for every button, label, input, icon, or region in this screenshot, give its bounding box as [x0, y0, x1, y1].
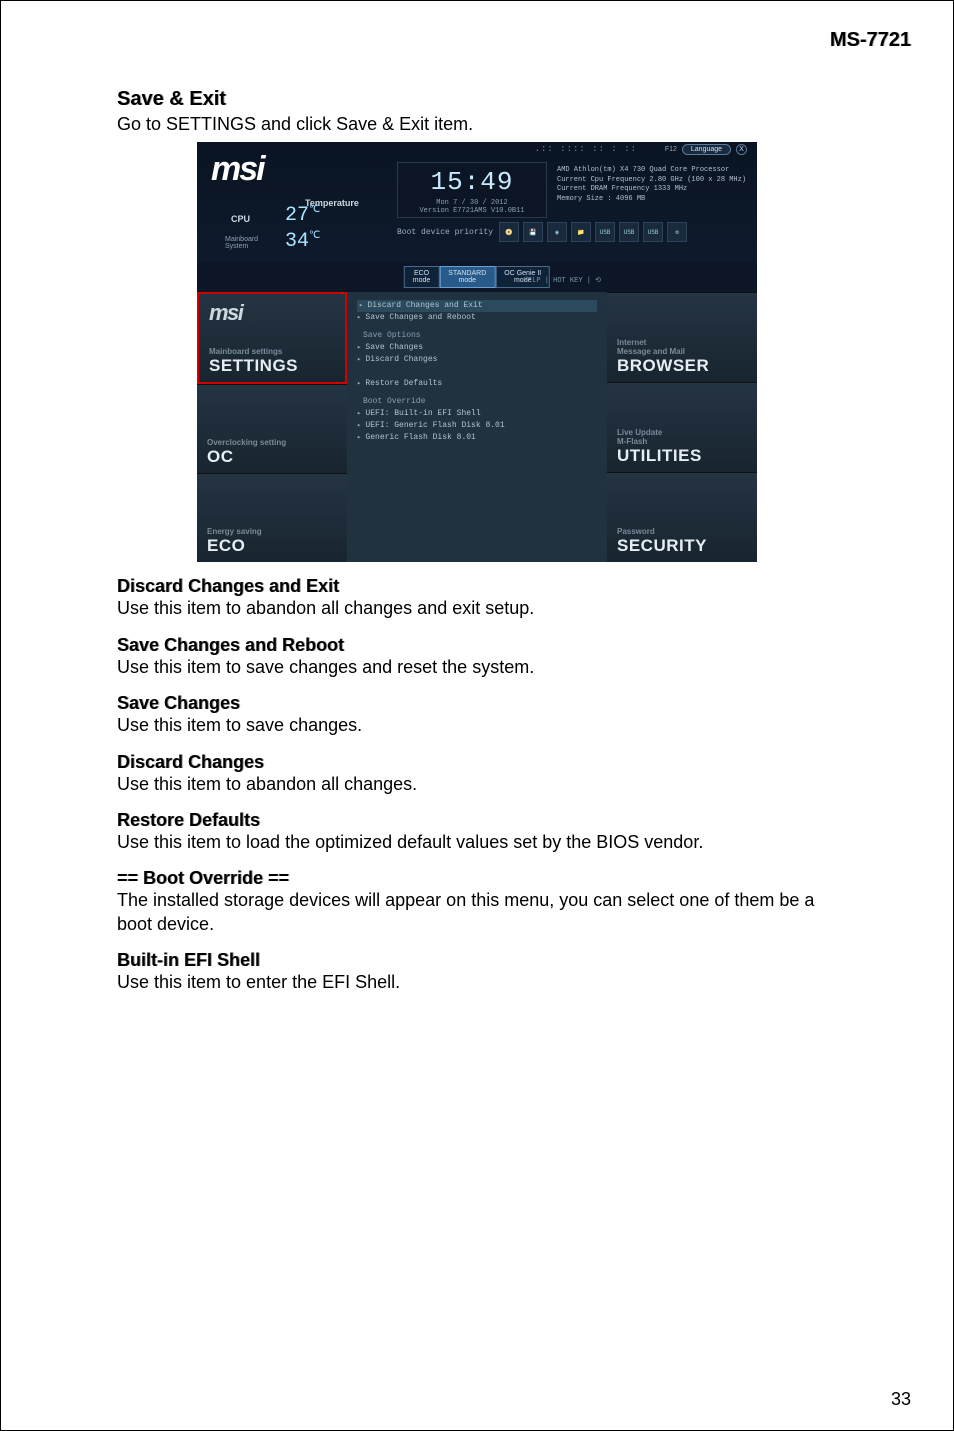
- menu-list: Discard Changes and Exit Save Changes an…: [347, 292, 607, 452]
- system-info: AMD Athlon(tm) X4 730 Quad Core Processo…: [557, 166, 746, 204]
- boot-icon[interactable]: ◉: [547, 222, 567, 242]
- menu-generic-flash[interactable]: Generic Flash Disk 8.01: [357, 433, 476, 442]
- tile-utilities-name: UTILITIES: [617, 446, 747, 466]
- menu-save-changes[interactable]: Save Changes: [357, 343, 423, 352]
- cpu-label: CPU: [231, 214, 250, 224]
- bios-version: Version E7721AMS V10.0B11: [402, 207, 542, 215]
- boot-icon[interactable]: USB: [595, 222, 615, 242]
- item-heading: Save Changes: [117, 693, 837, 714]
- cpu-temp-value: 27: [285, 204, 320, 227]
- bios-header: .:: :::: :: : :: F12 Language X msi Temp…: [197, 142, 757, 262]
- item-heading: Save Changes and Reboot: [117, 635, 837, 656]
- boot-icon[interactable]: 💾: [523, 222, 543, 242]
- left-sidebar: msi Mainboard settings SETTINGS Overcloc…: [197, 292, 347, 562]
- boot-priority-row: Boot device priority 📀 💾 ◉ 📁 USB USB USB…: [397, 222, 687, 242]
- tile-eco-name: ECO: [207, 536, 337, 556]
- menu-discard-and-exit[interactable]: Discard Changes and Exit: [357, 300, 597, 312]
- right-sidebar: Internet Message and Mail BROWSER Live U…: [607, 292, 757, 562]
- tile-browser[interactable]: Internet Message and Mail BROWSER: [607, 292, 757, 382]
- clock-time: 15:49: [402, 167, 542, 197]
- tile-browser-sub1: Internet: [617, 338, 747, 347]
- tile-eco[interactable]: Energy saving ECO: [197, 473, 347, 562]
- bios-screenshot: .:: :::: :: : :: F12 Language X msi Temp…: [197, 142, 757, 562]
- menu-discard-changes[interactable]: Discard Changes: [357, 355, 437, 364]
- help-hotkey-bar[interactable]: HELP | HOT KEY | ⟲: [524, 276, 601, 285]
- tile-browser-sub2: Message and Mail: [617, 347, 747, 356]
- tile-browser-name: BROWSER: [617, 356, 747, 376]
- item-desc: Use this item to abandon all changes.: [117, 773, 837, 796]
- item-heading: Built-in EFI Shell: [117, 950, 837, 971]
- tile-eco-sub: Energy saving: [207, 527, 337, 536]
- tile-msi-logo-icon: msi: [209, 300, 242, 326]
- tile-oc-name: OC: [207, 447, 337, 467]
- page-number: 33: [891, 1389, 911, 1410]
- item-heading: Discard Changes and Exit: [117, 576, 837, 597]
- item-heading: Discard Changes: [117, 752, 837, 773]
- mainboard-temp-value: 34: [285, 230, 320, 253]
- info-cpu-freq: Current Cpu Frequency 2.80 GHz (100 x 28…: [557, 176, 746, 185]
- boot-icon[interactable]: USB: [619, 222, 639, 242]
- mode-tab-standard[interactable]: STANDARD mode: [439, 266, 495, 288]
- mainboard-label: Mainboard System: [225, 236, 258, 250]
- language-controls: F12 Language X: [665, 144, 747, 155]
- info-memory: Memory Size : 4096 MB: [557, 195, 746, 204]
- mb-label-2: System: [225, 243, 248, 250]
- boot-priority-label: Boot device priority: [397, 228, 493, 237]
- content-body: Save & Exit Go to SETTINGS and click Sav…: [37, 88, 917, 995]
- boot-icon[interactable]: 📀: [499, 222, 519, 242]
- section-title-save-exit: Save & Exit: [117, 88, 837, 111]
- tile-utilities[interactable]: Live Update M-Flash UTILITIES: [607, 382, 757, 472]
- bios-body: msi Mainboard settings SETTINGS Overcloc…: [197, 292, 757, 562]
- tile-oc-sub: Overclocking setting: [207, 438, 337, 447]
- info-dram-freq: Current DRAM Frequency 1333 MHz: [557, 185, 746, 194]
- mode-tab-eco[interactable]: ECO mode: [404, 266, 440, 288]
- tile-security-name: SECURITY: [617, 536, 747, 556]
- boot-icon[interactable]: 📁: [571, 222, 591, 242]
- boot-device-icons: 📀 💾 ◉ 📁 USB USB USB ⚙: [499, 222, 687, 242]
- tile-settings-name: SETTINGS: [209, 356, 335, 376]
- clock-box: 15:49 Mon 7 / 30 / 2012 Version E7721AMS…: [397, 162, 547, 218]
- language-button[interactable]: Language: [682, 144, 731, 155]
- menu-uefi-efi-shell[interactable]: UEFI: Built-in EFI Shell: [357, 409, 481, 418]
- item-desc: Use this item to enter the EFI Shell.: [117, 971, 837, 994]
- f12-hint: F12: [665, 146, 677, 153]
- page-frame: MS-7721 Save & Exit Go to SETTINGS and c…: [0, 0, 954, 1431]
- boot-icon[interactable]: USB: [643, 222, 663, 242]
- boot-icon[interactable]: ⚙: [667, 222, 687, 242]
- item-desc: Use this item to save changes and reset …: [117, 656, 837, 679]
- menu-uefi-generic-flash[interactable]: UEFI: Generic Flash Disk 8.01: [357, 421, 505, 430]
- close-button[interactable]: X: [736, 144, 747, 155]
- item-heading: Restore Defaults: [117, 810, 837, 831]
- tile-utilities-sub1: Live Update: [617, 428, 747, 437]
- msi-logo: msi: [211, 150, 264, 189]
- tile-security[interactable]: Password SECURITY: [607, 472, 757, 562]
- tile-utilities-sub2: M-Flash: [617, 437, 747, 446]
- menu-group-boot-override: Boot Override: [357, 396, 597, 408]
- tile-settings[interactable]: msi Mainboard settings SETTINGS: [197, 292, 347, 384]
- item-desc: The installed storage devices will appea…: [117, 889, 837, 936]
- header-dots: .:: :::: :: : ::: [535, 144, 637, 154]
- mb-label-1: Mainboard: [225, 236, 258, 243]
- clock-date: Mon 7 / 30 / 2012: [402, 199, 542, 207]
- model-number: MS-7721: [37, 29, 917, 52]
- item-heading: == Boot Override ==: [117, 868, 837, 889]
- item-desc: Use this item to abandon all changes and…: [117, 597, 837, 620]
- menu-restore-defaults[interactable]: Restore Defaults: [357, 379, 442, 388]
- section-desc-save-exit: Go to SETTINGS and click Save & Exit ite…: [117, 113, 837, 136]
- tile-settings-sub: Mainboard settings: [209, 347, 335, 356]
- tile-oc[interactable]: Overclocking setting OC: [197, 384, 347, 473]
- info-cpu: AMD Athlon(tm) X4 730 Quad Core Processo…: [557, 166, 746, 175]
- menu-save-and-reboot[interactable]: Save Changes and Reboot: [357, 313, 476, 322]
- item-desc: Use this item to load the optimized defa…: [117, 831, 837, 854]
- tile-security-sub: Password: [617, 527, 747, 536]
- menu-group-save-options: Save Options: [357, 330, 597, 342]
- item-desc: Use this item to save changes.: [117, 714, 837, 737]
- menu-panel: HELP | HOT KEY | ⟲ Discard Changes and E…: [347, 292, 607, 562]
